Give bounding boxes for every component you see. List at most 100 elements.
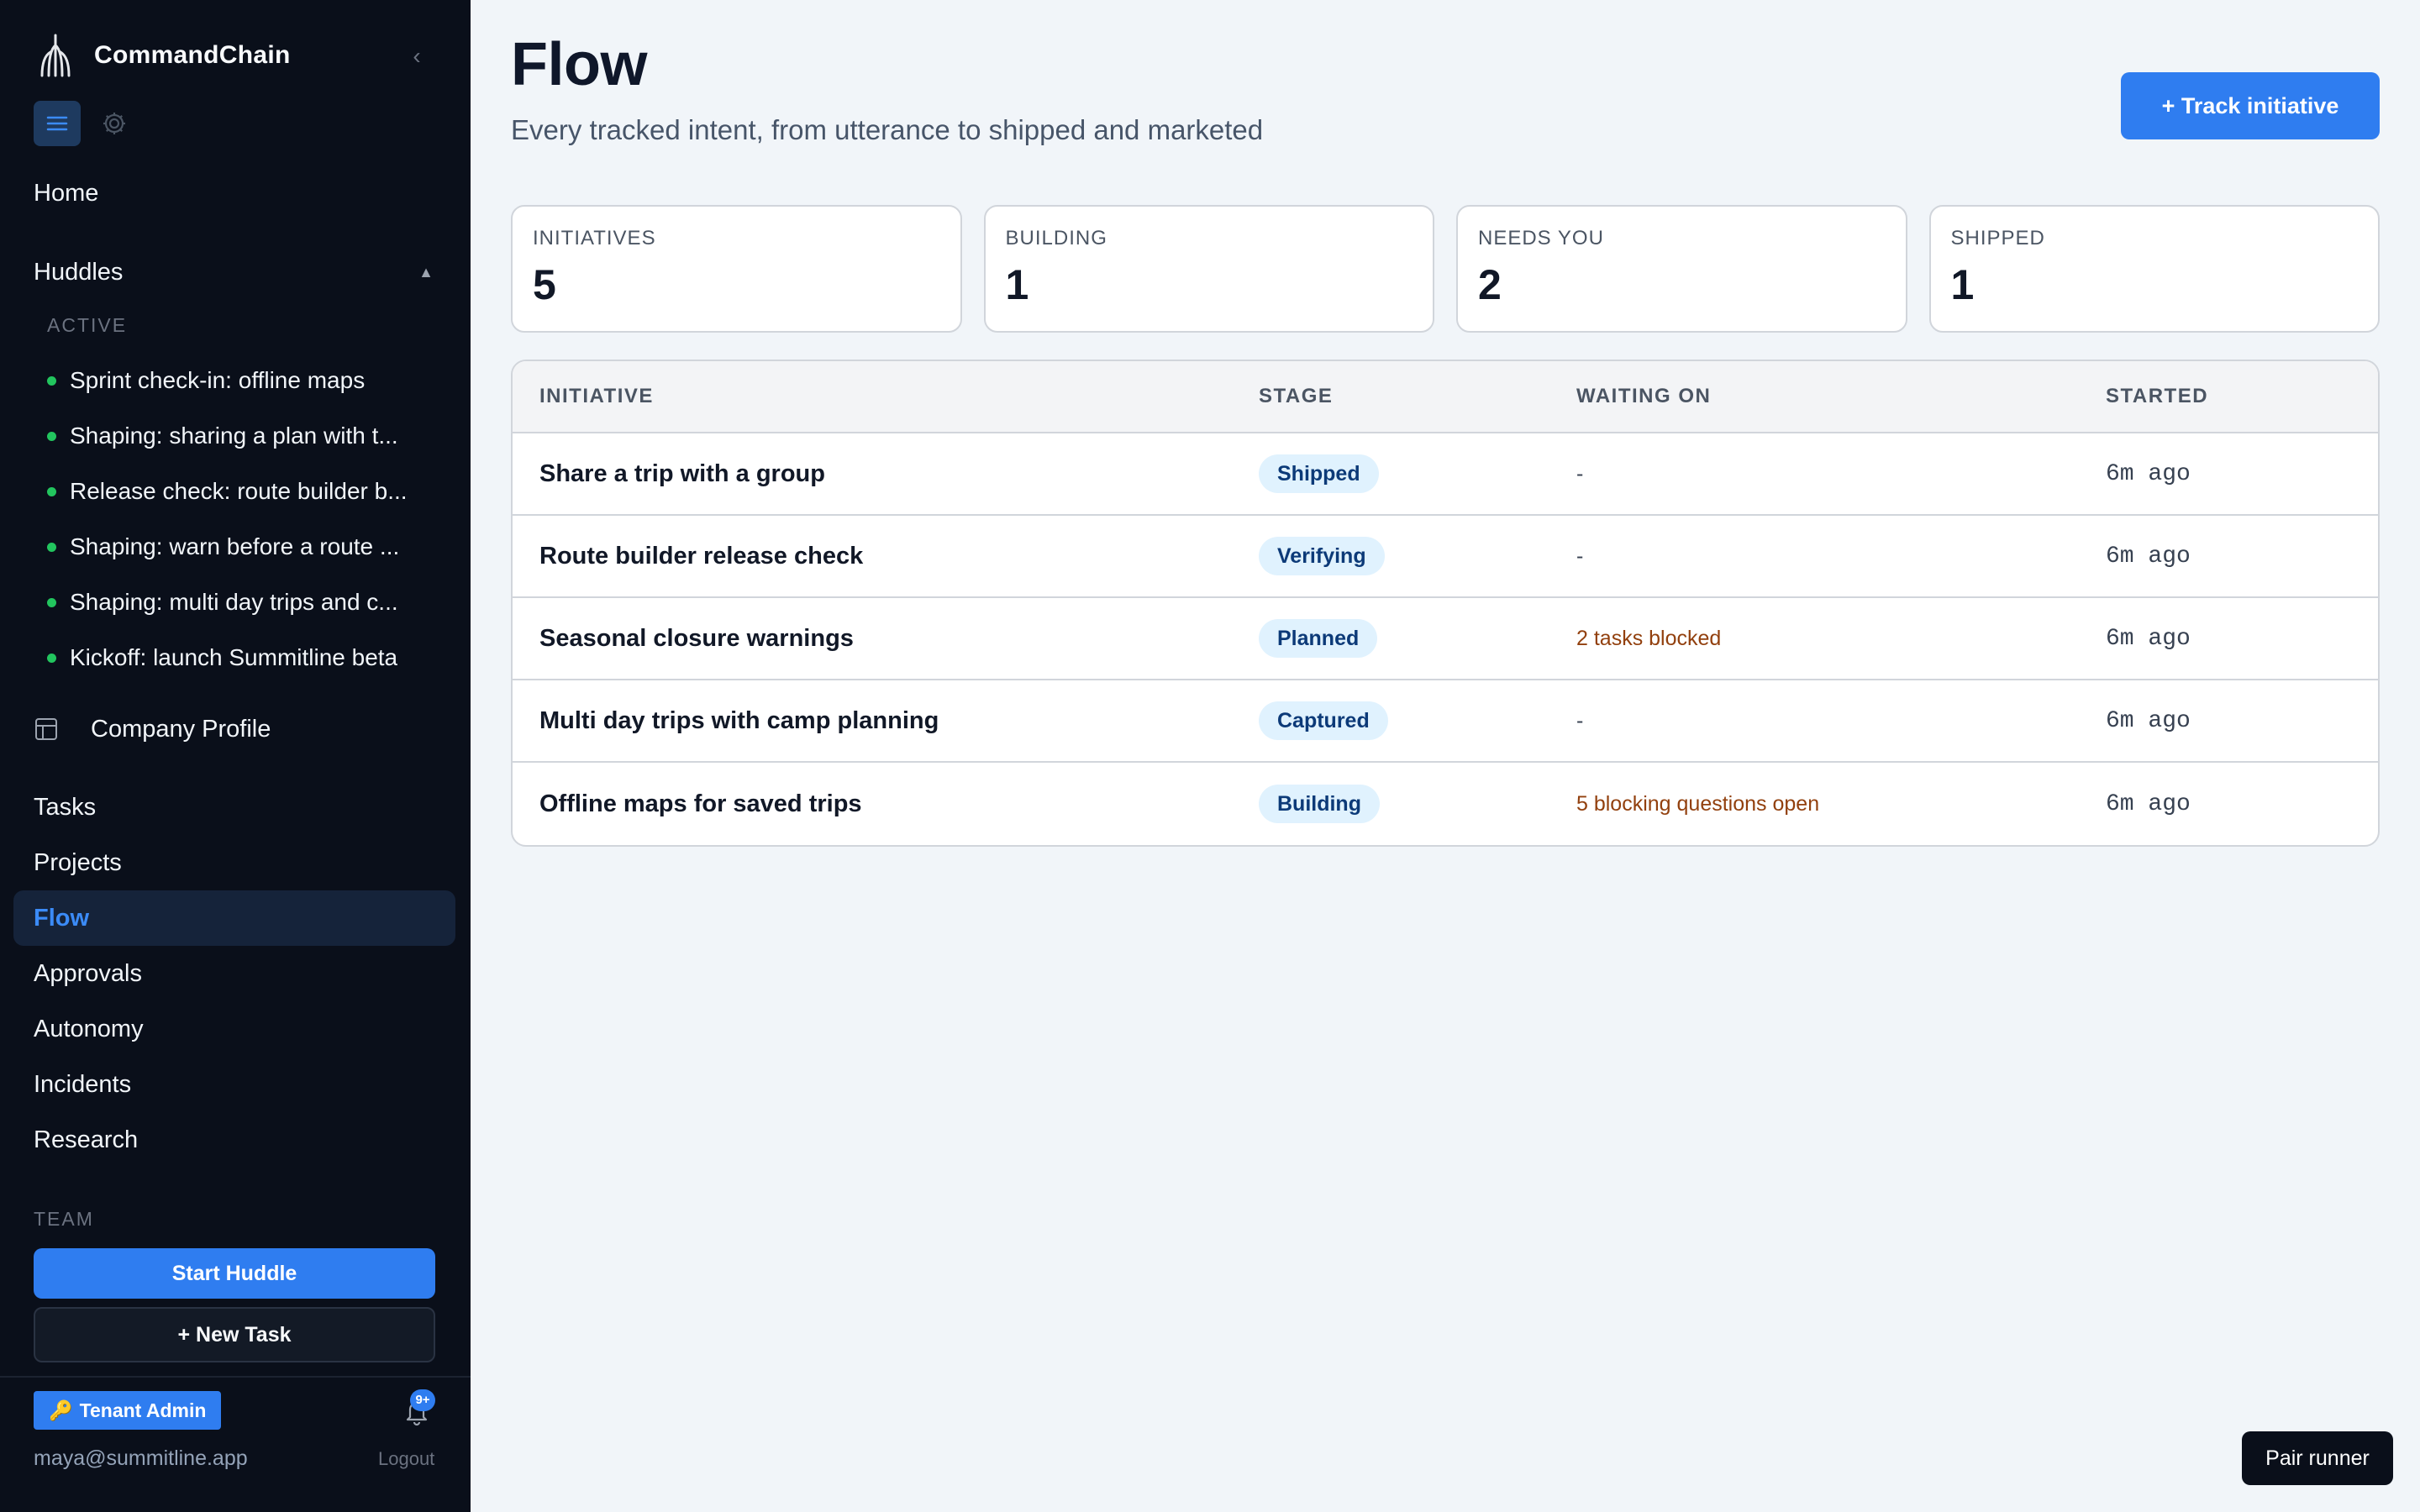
stat-value: 5 — [533, 261, 556, 308]
started-time: 6m ago — [2106, 707, 2191, 734]
started-time: 6m ago — [2106, 790, 2191, 817]
sidebar-nav: Tasks Projects Flow Approvals Autonomy I… — [13, 780, 455, 1168]
key-icon: 🔑 — [49, 1399, 73, 1421]
pair-runner-button[interactable]: Pair runner — [2242, 1431, 2393, 1485]
table-row[interactable]: Seasonal closure warnings Planned 2 task… — [513, 598, 2378, 680]
sidebar-item-autonomy[interactable]: Autonomy — [13, 1001, 455, 1057]
table-row[interactable]: Share a trip with a group Shipped - 6m a… — [513, 433, 2378, 516]
initiatives-table: INITIATIVE STAGE WAITING ON STARTED Shar… — [511, 360, 2380, 847]
status-dot-icon — [47, 653, 56, 663]
stat-label: BUILDING — [1005, 227, 1107, 249]
sidebar-divider — [0, 1376, 471, 1378]
huddle-title: Kickoff: launch Summitline beta — [70, 644, 398, 670]
tenant-admin-badge[interactable]: 🔑 Tenant Admin — [34, 1391, 222, 1430]
status-dot-icon — [47, 431, 56, 441]
status-dot-icon — [47, 597, 56, 607]
column-header-started[interactable]: STARTED — [2106, 385, 2378, 408]
started-time: 6m ago — [2106, 543, 2191, 570]
menu-toggle-button[interactable] — [34, 101, 81, 146]
tenant-admin-label: Tenant Admin — [79, 1399, 207, 1421]
waiting-on-text: - — [1576, 461, 1584, 486]
sidebar-item-company-profile[interactable]: Company Profile — [34, 704, 271, 754]
hamburger-icon — [46, 116, 68, 131]
huddle-title: Shaping: warn before a route ... — [70, 533, 400, 559]
page-subtitle: Every tracked intent, from utterance to … — [511, 114, 1264, 145]
table-row[interactable]: Route builder release check Verifying - … — [513, 516, 2378, 598]
initiative-name[interactable]: Share a trip with a group — [539, 460, 825, 487]
sidebar-item-home[interactable]: Home — [34, 180, 98, 207]
stat-value: 1 — [1005, 261, 1029, 308]
stat-label: SHIPPED — [1950, 227, 2045, 249]
settings-button[interactable] — [91, 101, 138, 146]
initiative-name[interactable]: Offline maps for saved trips — [539, 790, 862, 817]
main-content: Flow Every tracked intent, from utteranc… — [471, 0, 2420, 1512]
stat-value: 2 — [1478, 261, 1502, 308]
active-huddles-label: ACTIVE — [47, 314, 128, 336]
layout-icon — [35, 718, 57, 740]
huddle-item[interactable]: Sprint check-in: offline maps — [47, 353, 434, 408]
huddle-item[interactable]: Shaping: warn before a route ... — [47, 519, 434, 575]
table-header: INITIATIVE STAGE WAITING ON STARTED — [513, 361, 2378, 433]
sidebar-item-incidents[interactable]: Incidents — [13, 1057, 455, 1112]
status-dot-icon — [47, 486, 56, 496]
sidebar: CommandChain ‹ Home Huddles ▲ ACTIVE Spr… — [0, 0, 471, 1512]
huddle-item[interactable]: Shaping: sharing a plan with t... — [47, 408, 434, 464]
sidebar-item-research[interactable]: Research — [13, 1112, 455, 1168]
stat-card-initiatives: INITIATIVES 5 — [511, 205, 962, 333]
initiative-name[interactable]: Route builder release check — [539, 543, 863, 570]
huddle-title: Shaping: sharing a plan with t... — [70, 423, 398, 449]
table-row[interactable]: Offline maps for saved trips Building 5 … — [513, 763, 2378, 845]
commandchain-logo-icon — [40, 34, 71, 77]
table-row[interactable]: Multi day trips with camp planning Captu… — [513, 680, 2378, 763]
stat-label: NEEDS YOU — [1478, 227, 1604, 249]
user-email: maya@summitline.app — [34, 1446, 248, 1470]
start-huddle-button[interactable]: Start Huddle — [34, 1248, 435, 1299]
caret-up-icon: ▲ — [418, 264, 434, 281]
status-dot-icon — [47, 375, 56, 386]
team-section-label: TEAM — [34, 1208, 94, 1230]
waiting-on-text: 2 tasks blocked — [1576, 626, 1722, 650]
huddle-item[interactable]: Kickoff: launch Summitline beta — [47, 630, 434, 685]
started-time: 6m ago — [2106, 460, 2191, 487]
sidebar-toolbar — [34, 101, 138, 146]
notification-count-badge: 9+ — [410, 1389, 435, 1411]
status-dot-icon — [47, 542, 56, 552]
huddles-section-toggle[interactable]: Huddles ▲ — [34, 259, 434, 286]
chevron-left-icon[interactable]: ‹ — [407, 42, 427, 71]
stage-badge: Shipped — [1259, 454, 1379, 493]
huddle-item[interactable]: Release check: route builder b... — [47, 464, 434, 519]
brand[interactable]: CommandChain — [34, 30, 291, 81]
column-header-initiative[interactable]: INITIATIVE — [513, 385, 1259, 408]
stat-label: INITIATIVES — [533, 227, 656, 249]
initiative-name[interactable]: Seasonal closure warnings — [539, 625, 854, 652]
huddle-title: Shaping: multi day trips and c... — [70, 589, 398, 615]
stage-badge: Planned — [1259, 619, 1378, 658]
sidebar-item-tasks[interactable]: Tasks — [13, 780, 455, 835]
sidebar-item-projects[interactable]: Projects — [13, 835, 455, 890]
new-task-button[interactable]: + New Task — [34, 1307, 435, 1362]
waiting-on-text: 5 blocking questions open — [1576, 791, 1820, 816]
waiting-on-text: - — [1576, 708, 1584, 732]
column-header-stage[interactable]: STAGE — [1259, 385, 1576, 408]
company-profile-label: Company Profile — [91, 715, 271, 743]
sidebar-item-flow[interactable]: Flow — [13, 890, 455, 946]
stage-badge: Building — [1259, 785, 1380, 823]
huddles-label: Huddles — [34, 259, 124, 286]
stat-card-building: BUILDING 1 — [983, 205, 1434, 333]
gear-icon — [103, 113, 125, 134]
huddle-list: Sprint check-in: offline maps Shaping: s… — [47, 353, 434, 685]
column-header-waiting-on[interactable]: WAITING ON — [1576, 385, 2106, 408]
initiative-name[interactable]: Multi day trips with camp planning — [539, 707, 939, 734]
huddle-title: Sprint check-in: offline maps — [70, 367, 366, 393]
logout-link[interactable]: Logout — [378, 1448, 434, 1470]
waiting-on-text: - — [1576, 543, 1584, 568]
stat-value: 1 — [1950, 261, 1975, 308]
stat-card-shipped: SHIPPED 1 — [1928, 205, 2380, 333]
stage-badge: Verifying — [1259, 537, 1385, 575]
sidebar-item-approvals[interactable]: Approvals — [13, 946, 455, 1001]
huddle-item[interactable]: Shaping: multi day trips and c... — [47, 575, 434, 630]
stage-badge: Captured — [1259, 701, 1388, 740]
track-initiative-button[interactable]: + Track initiative — [2121, 72, 2380, 139]
started-time: 6m ago — [2106, 625, 2191, 652]
stats-row: INITIATIVES 5 BUILDING 1 NEEDS YOU 2 SHI… — [511, 205, 2380, 333]
